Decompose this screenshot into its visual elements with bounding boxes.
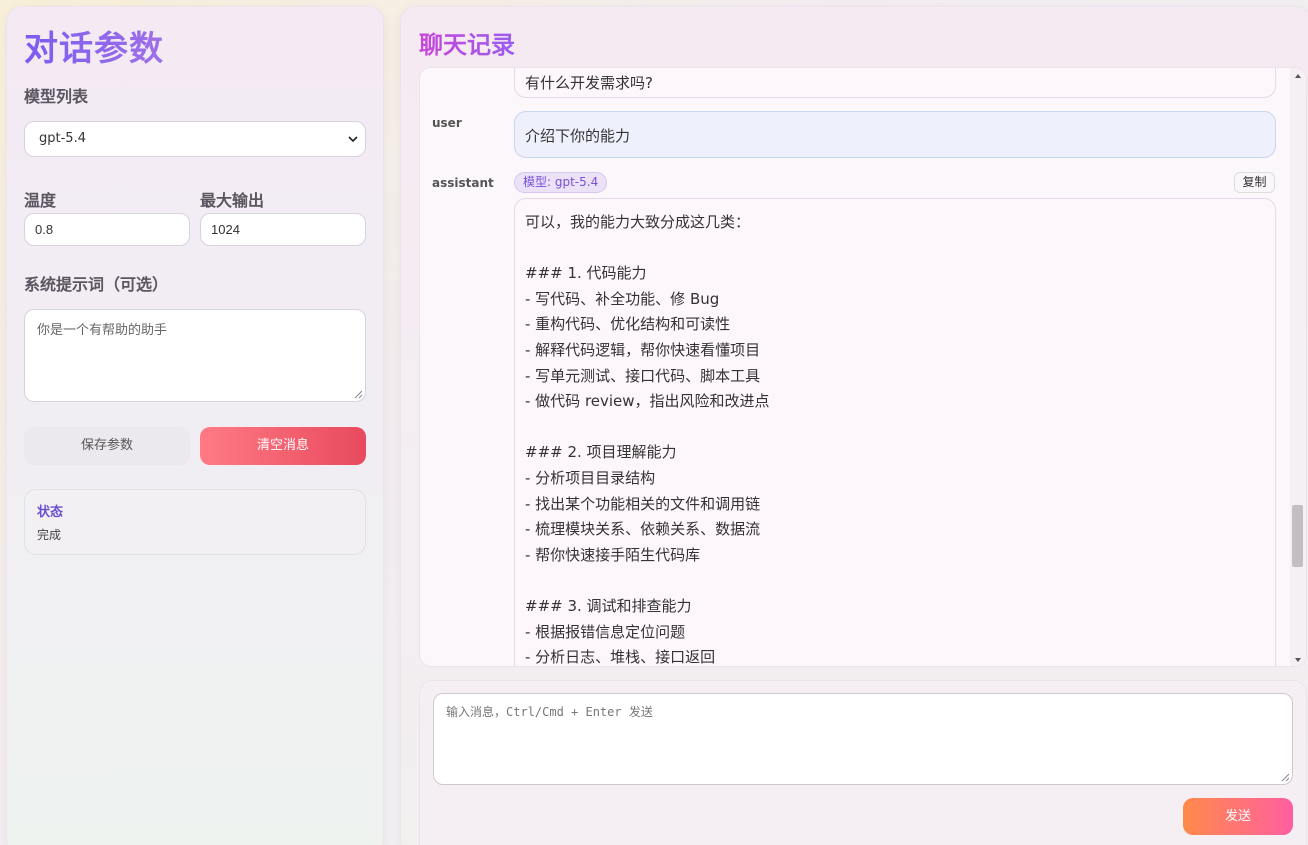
composer: 输入消息，Ctrl/Cmd + Enter 发送 发送 xyxy=(419,680,1307,845)
assistant-line: - 根据报错信息定位问题 xyxy=(525,622,686,641)
assistant-line: - 解释代码逻辑，帮你快速看懂项目 xyxy=(525,340,761,359)
assistant-line xyxy=(525,568,1265,594)
assistant-role-label: assistant xyxy=(432,176,494,190)
settings-title: 对话参数 xyxy=(24,21,164,70)
max-output-label: 最大输出 xyxy=(200,191,265,210)
model-select[interactable]: gpt-5.4 xyxy=(24,121,366,157)
model-label: 模型列表 xyxy=(24,87,89,106)
status-card: 状态 完成 xyxy=(24,489,366,555)
status-title: 状态 xyxy=(37,505,64,520)
user-message-text: 介绍下你的能力 xyxy=(525,127,631,145)
assistant-line: - 找出某个功能相关的文件和调用链 xyxy=(525,494,761,513)
message-input[interactable]: 输入消息，Ctrl/Cmd + Enter 发送 xyxy=(433,693,1293,785)
copy-button[interactable]: 复制 xyxy=(1234,172,1275,193)
chevron-down-icon xyxy=(348,136,358,143)
max-output-input[interactable]: 1024 xyxy=(200,213,366,246)
user-role-label: user xyxy=(432,116,462,130)
send-button[interactable]: 发送 xyxy=(1183,798,1293,835)
status-value: 完成 xyxy=(37,528,62,542)
assistant-line: - 分析项目目录结构 xyxy=(525,468,656,487)
assistant-line: - 帮你快速接手陌生代码库 xyxy=(525,545,701,564)
assistant-line xyxy=(525,236,1265,262)
assistant-line: - 分析日志、堆栈、接口返回 xyxy=(525,648,716,667)
scroll-down-arrow-icon[interactable] xyxy=(1294,656,1302,664)
system-prompt-placeholder: 你是一个有帮助的助手 xyxy=(37,323,168,338)
assistant-line: - 做代码 review，指出风险和改进点 xyxy=(525,392,770,411)
previous-message-bubble: 有什么开发需求吗? xyxy=(514,68,1276,98)
assistant-line: ### 2. 项目理解能力 xyxy=(525,443,677,462)
assistant-line: - 写代码、补全功能、修 Bug xyxy=(525,289,720,308)
chat-title: 聊天记录 xyxy=(419,25,515,60)
scroll-up-arrow-icon[interactable] xyxy=(1294,72,1302,80)
scrollbar-thumb[interactable] xyxy=(1292,505,1303,567)
temperature-label: 温度 xyxy=(24,191,57,210)
previous-message-text: 有什么开发需求吗? xyxy=(525,74,653,92)
system-prompt-input[interactable]: 你是一个有帮助的助手 xyxy=(24,309,366,402)
assistant-line: - 写单元测试、接口代码、脚本工具 xyxy=(525,366,761,385)
chat-panel: 聊天记录 有什么开发需求吗? user 介绍下你的能力 assistant 模型… xyxy=(400,6,1308,845)
assistant-message-bubble: 可以，我的能力大致分成这几类： ### 1. 代码能力 - 写代码、补全功能、修… xyxy=(514,198,1276,667)
temperature-input[interactable]: 0.8 xyxy=(24,213,190,246)
chat-history: 有什么开发需求吗? user 介绍下你的能力 assistant 模型: gpt… xyxy=(419,67,1307,667)
assistant-line: - 梳理模块关系、依赖关系、数据流 xyxy=(525,520,761,539)
user-message-bubble: 介绍下你的能力 xyxy=(514,111,1276,158)
assistant-line xyxy=(525,415,1265,441)
assistant-line: - 重构代码、优化结构和可读性 xyxy=(525,315,731,334)
assistant-line: ### 1. 代码能力 xyxy=(525,264,647,283)
assistant-message-text: 可以，我的能力大致分成这几类： ### 1. 代码能力 - 写代码、补全功能、修… xyxy=(525,210,1265,667)
chat-scrollbar[interactable] xyxy=(1290,68,1306,666)
resize-grip-icon[interactable] xyxy=(1281,773,1290,782)
message-input-placeholder: 输入消息，Ctrl/Cmd + Enter 发送 xyxy=(446,705,653,719)
save-params-button[interactable]: 保存参数 xyxy=(24,427,190,465)
clear-messages-button[interactable]: 清空消息 xyxy=(200,427,366,465)
assistant-line: ### 3. 调试和排查能力 xyxy=(525,596,692,615)
settings-panel: 对话参数 模型列表 gpt-5.4 温度 最大输出 0.8 1024 系统提示词… xyxy=(6,6,384,845)
model-select-value: gpt-5.4 xyxy=(39,131,86,146)
assistant-line: 可以，我的能力大致分成这几类： xyxy=(525,213,751,231)
model-badge: 模型: gpt-5.4 xyxy=(514,172,608,193)
resize-grip-icon[interactable] xyxy=(354,390,363,399)
system-prompt-label: 系统提示词（可选） xyxy=(24,275,169,294)
